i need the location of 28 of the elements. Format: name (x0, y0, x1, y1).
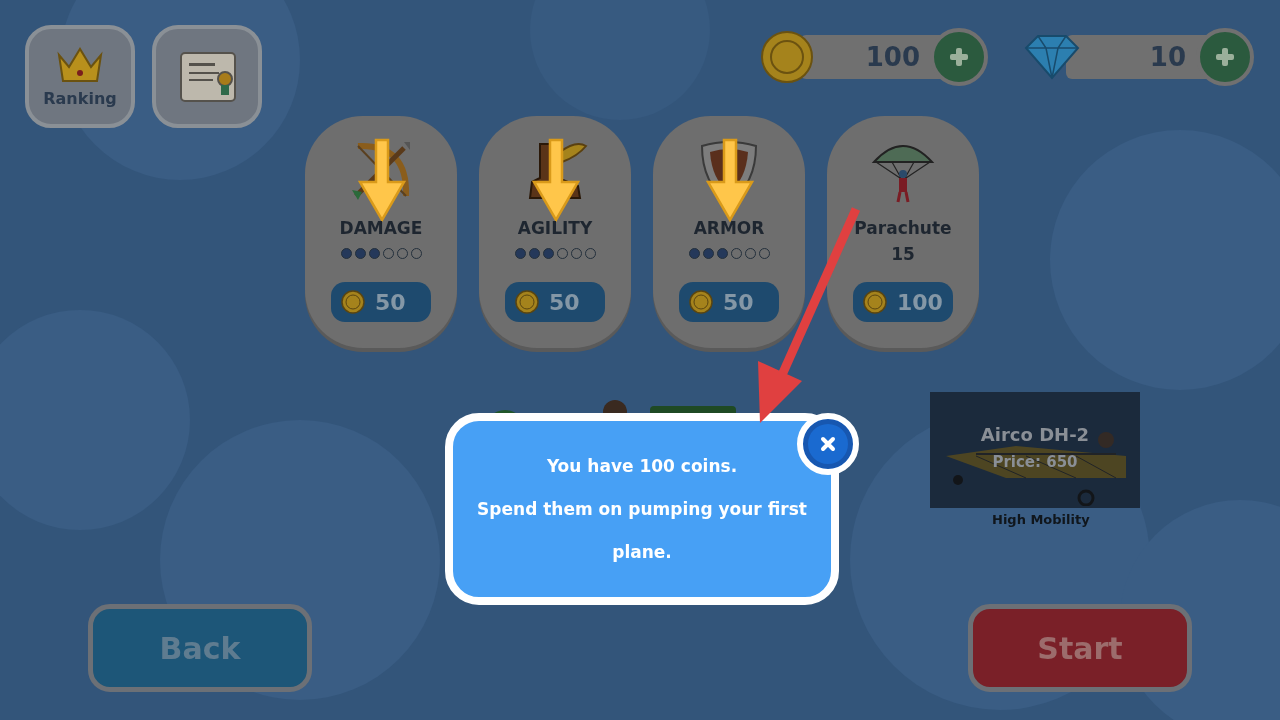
plus-icon (1214, 46, 1236, 68)
popup-text: You have 100 coins. (546, 454, 738, 478)
upgrade-name: ARMOR (693, 218, 765, 238)
upgrade-value: 15 (891, 244, 915, 264)
close-icon (820, 436, 836, 452)
back-button[interactable]: Back (88, 604, 312, 692)
certificate-button[interactable] (152, 25, 262, 128)
plane-trait: High Mobility (992, 512, 1090, 527)
buy-price-button[interactable]: 100 (853, 282, 953, 322)
coin-icon (341, 290, 365, 314)
plane-price: Price: 650 (992, 453, 1078, 471)
buy-price-button[interactable]: 50 (331, 282, 431, 322)
buy-price-button[interactable]: 50 (679, 282, 779, 322)
start-button[interactable]: Start (968, 604, 1192, 692)
plus-icon (948, 46, 970, 68)
upgrade-name: DAMAGE (339, 218, 423, 238)
popup-text: Spend them on pumping your first plane. (477, 497, 807, 564)
crown-icon (55, 45, 105, 85)
coin-icon (689, 290, 713, 314)
plane-name: Airco DH-2 (980, 424, 1090, 445)
plane-card[interactable]: Airco DH-2 Price: 650 (930, 392, 1140, 508)
ranking-button[interactable]: Ranking (25, 25, 135, 128)
buy-price-button[interactable]: 50 (505, 282, 605, 322)
coin-icon (863, 290, 887, 314)
coin-icon (515, 290, 539, 314)
coin-icon (760, 30, 814, 84)
upgrade-name: Parachute (854, 218, 952, 238)
upgrade-name: AGILITY (517, 218, 593, 238)
